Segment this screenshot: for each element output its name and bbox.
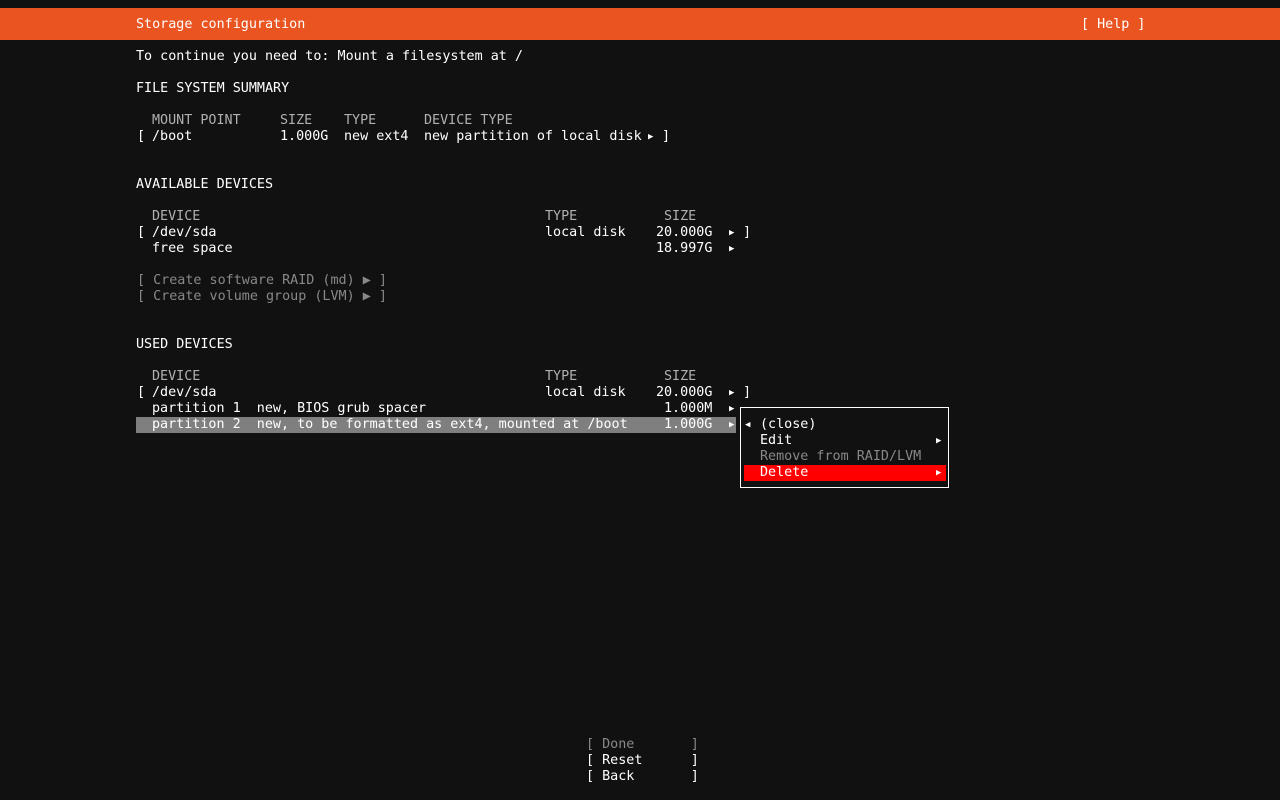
close-arrow-icon: ◀ bbox=[745, 420, 751, 430]
delete-arrow-icon: ▶ bbox=[936, 468, 942, 478]
device-expand-icon[interactable]: ▶ bbox=[729, 385, 734, 401]
used-col-device: DEVICE bbox=[152, 369, 201, 384]
used-col-type: TYPE bbox=[545, 369, 578, 384]
device-type: local disk bbox=[545, 225, 626, 240]
device-type: local disk bbox=[545, 385, 626, 400]
fs-summary-heading: FILE SYSTEM SUMMARY bbox=[136, 81, 290, 96]
help-button[interactable]: [ Help ] bbox=[1081, 17, 1146, 33]
create-lvm-button[interactable]: [ Create volume group (LVM) ▶ ] bbox=[137, 289, 387, 305]
device-name: /dev/sda bbox=[152, 385, 217, 400]
row-device-type: new partition of local disk bbox=[424, 129, 642, 144]
avail-col-device: DEVICE bbox=[152, 209, 201, 224]
col-size: SIZE bbox=[280, 113, 313, 128]
device-name: /dev/sda bbox=[152, 225, 217, 240]
instruction-text: To continue you need to: Mount a filesys… bbox=[136, 49, 523, 64]
partition-size: 1.000M bbox=[664, 401, 713, 416]
row-mount-point: /boot bbox=[152, 129, 193, 144]
bracket-close: ] bbox=[743, 385, 752, 400]
menu-remove-raid-lvm[interactable]: Remove from RAID/LVM bbox=[760, 449, 921, 465]
avail-col-type: TYPE bbox=[545, 209, 578, 224]
col-mount-point: MOUNT POINT bbox=[152, 113, 241, 128]
used-heading: USED DEVICES bbox=[136, 337, 233, 352]
free-space-expand-icon[interactable]: ▶ bbox=[729, 241, 734, 257]
menu-delete[interactable]: Delete bbox=[760, 465, 808, 481]
partition-expand-icon[interactable]: ▶ bbox=[729, 401, 734, 417]
done-button[interactable]: [ Done ] bbox=[586, 737, 699, 753]
partition-label: partition 2 new, to be formatted as ext4… bbox=[152, 417, 628, 432]
device-size: 20.000G bbox=[656, 385, 713, 400]
edit-arrow-icon: ▶ bbox=[936, 436, 942, 446]
row-size: 1.000G bbox=[280, 129, 329, 144]
device-expand-icon[interactable]: ▶ bbox=[729, 225, 734, 241]
available-heading: AVAILABLE DEVICES bbox=[136, 177, 274, 192]
free-space-size: 18.997G bbox=[656, 241, 713, 256]
free-space-label: free space bbox=[152, 241, 233, 256]
page-title: Storage configuration bbox=[136, 17, 306, 32]
bracket-open: [ bbox=[137, 385, 146, 400]
menu-edit[interactable]: Edit bbox=[760, 433, 792, 449]
menu-close[interactable]: (close) bbox=[760, 417, 816, 433]
row-type: new ext4 bbox=[344, 129, 409, 144]
partition-size: 1.000G bbox=[664, 417, 713, 432]
col-device-type: DEVICE TYPE bbox=[424, 113, 513, 128]
used-col-size: SIZE bbox=[664, 369, 697, 384]
row-bracket-close: ] bbox=[662, 129, 671, 144]
device-size: 20.000G bbox=[656, 225, 713, 240]
reset-button[interactable]: [ Reset ] bbox=[586, 753, 699, 769]
row-expand-icon[interactable]: ▶ bbox=[648, 129, 653, 145]
create-raid-button[interactable]: [ Create software RAID (md) ▶ ] bbox=[137, 273, 387, 289]
col-type: TYPE bbox=[344, 113, 377, 128]
row-bracket-open: [ bbox=[137, 129, 146, 144]
bracket-open: [ bbox=[137, 225, 146, 240]
back-button[interactable]: [ Back ] bbox=[586, 769, 699, 785]
partition-label: partition 1 new, BIOS grub spacer bbox=[152, 401, 427, 416]
bracket-close: ] bbox=[743, 225, 752, 240]
avail-col-size: SIZE bbox=[664, 209, 697, 224]
top-band bbox=[0, 0, 1280, 8]
partition-expand-icon[interactable]: ▶ bbox=[729, 417, 734, 433]
